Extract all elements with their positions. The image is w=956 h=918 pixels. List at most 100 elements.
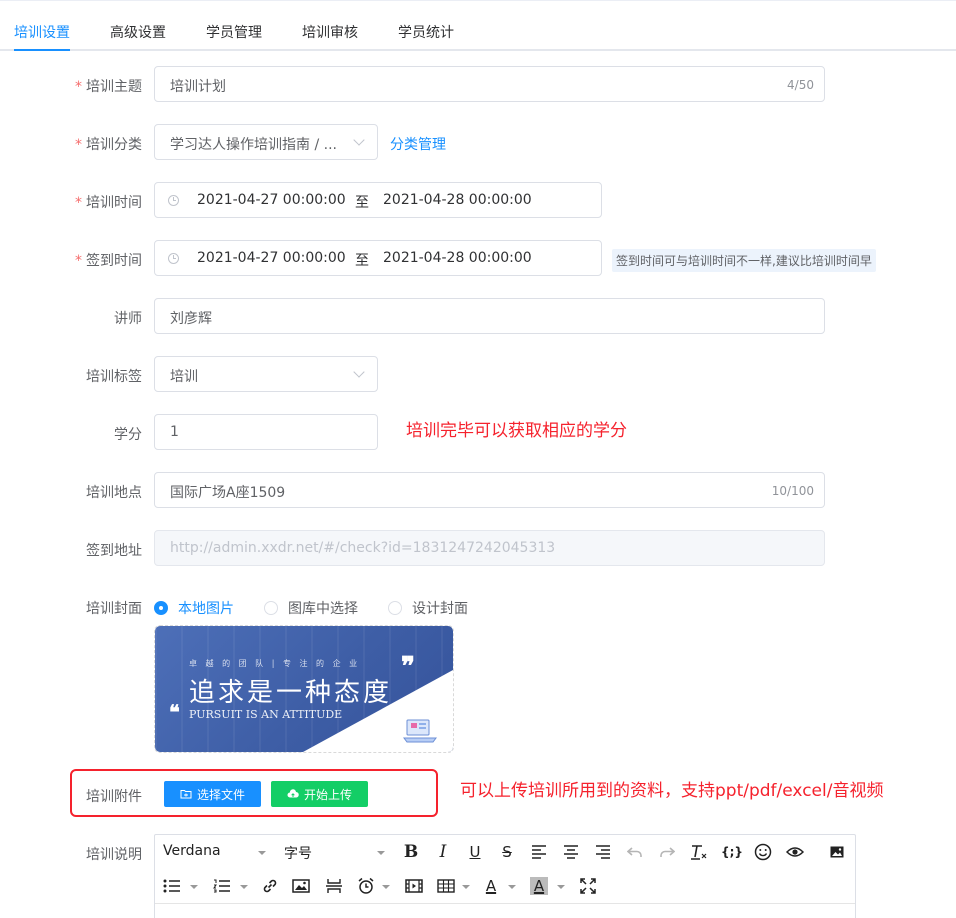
emoji-icon[interactable] — [754, 843, 772, 861]
folder-icon — [180, 790, 192, 799]
tab-training-review[interactable]: 培训审核 — [302, 22, 358, 42]
tab-advanced-settings[interactable]: 高级设置 — [110, 22, 166, 42]
signin-time-range-picker[interactable]: 2021-04-27 00:00:00 至 2021-04-28 00:00:0… — [154, 240, 602, 276]
align-right-icon[interactable] — [594, 843, 612, 861]
table-icon[interactable] — [437, 877, 455, 895]
tab-student-management[interactable]: 学员管理 — [206, 22, 262, 42]
active-tab-indicator — [14, 49, 70, 51]
underline-icon[interactable]: U — [466, 843, 484, 861]
cover-image: 卓 越 的 团 队 | 专 注 的 企 业 追求是一种态度 ❞ ❝ PURSUI… — [155, 626, 453, 752]
topic-char-count: 4/50 — [787, 78, 814, 92]
caret-down-icon — [190, 885, 198, 889]
tab-training-settings[interactable]: 培训设置 — [14, 22, 70, 42]
redo-icon[interactable] — [658, 843, 676, 861]
location-value: 国际广场A座1509 — [170, 485, 286, 501]
cover-option-design[interactable]: 设计封面 — [388, 598, 468, 618]
signin-url-value: http://admin.xxdr.net/#/check?id=1831247… — [170, 540, 556, 556]
clear-format-icon[interactable] — [690, 843, 708, 861]
undo-icon[interactable] — [626, 843, 644, 861]
range-separator: 至 — [355, 195, 369, 211]
location-input[interactable]: 国际广场A座1509 10/100 — [154, 472, 825, 508]
lecturer-input[interactable]: 刘彦辉 — [154, 298, 825, 334]
signin-url-label: 签到地址 — [86, 543, 142, 559]
font-family-dropdown[interactable]: Verdana — [163, 843, 221, 859]
category-manage-link[interactable]: 分类管理 — [390, 134, 446, 154]
cover-label: 培训封面 — [86, 601, 142, 617]
signin-time-end: 2021-04-28 00:00:00 — [383, 250, 532, 266]
lecturer-value: 刘彦辉 — [170, 311, 212, 327]
caret-down-icon — [377, 851, 385, 855]
cover-english-text: PURSUIT IS AN ATTITUDE — [189, 708, 343, 721]
quote-mark-icon: ❝ — [169, 700, 180, 724]
numbered-list-icon[interactable] — [213, 877, 231, 895]
font-color-icon[interactable]: A — [482, 877, 500, 895]
editor-toolbar-row-2: A A — [155, 869, 855, 903]
credit-input[interactable]: 1 — [154, 414, 378, 450]
chevron-down-icon — [353, 134, 365, 146]
caret-down-icon — [462, 885, 470, 889]
align-left-icon[interactable] — [530, 843, 548, 861]
credit-value: 1 — [170, 424, 179, 440]
signin-time-start: 2021-04-27 00:00:00 — [197, 250, 346, 266]
credit-label: 学分 — [114, 427, 142, 443]
tabs-bar: 培训设置 高级设置 学员管理 培训审核 学员统计 — [0, 14, 956, 51]
preview-eye-icon[interactable] — [786, 843, 804, 861]
align-center-icon[interactable] — [562, 843, 580, 861]
editor-content-divider — [155, 903, 855, 904]
attachment-label: 培训附件 — [86, 789, 142, 805]
credit-annotation: 培训完毕可以获取相应的学分 — [406, 421, 627, 441]
alarm-clock-icon[interactable] — [357, 877, 375, 895]
cover-option-local[interactable]: 本地图片 — [154, 598, 234, 618]
clock-icon — [168, 195, 179, 206]
insert-image-icon[interactable] — [828, 843, 846, 861]
quote-mark-icon: ❞ — [401, 652, 415, 682]
background-color-icon[interactable]: A — [530, 877, 548, 895]
caret-down-icon — [240, 885, 248, 889]
signin-time-tip: 签到时间可与培训时间不一样,建议比培训时间早 — [612, 249, 876, 272]
cover-option-gallery[interactable]: 图库中选择 — [264, 598, 358, 618]
caret-down-icon — [557, 885, 565, 889]
location-label: 培训地点 — [86, 485, 142, 501]
tab-student-statistics[interactable]: 学员统计 — [398, 22, 454, 42]
editor-toolbar-row-1: Verdana 字号 B I U S {;} — [155, 835, 855, 869]
train-time-range-picker[interactable]: 2021-04-27 00:00:00 至 2021-04-28 00:00:0… — [154, 182, 602, 218]
strikethrough-icon[interactable]: S — [498, 843, 516, 861]
tag-select[interactable]: 培训 — [154, 356, 378, 392]
choose-file-button[interactable]: 选择文件 — [164, 781, 261, 807]
topic-label: * 培训主题 — [75, 79, 142, 95]
horizontal-rule-icon[interactable] — [325, 877, 343, 895]
code-icon[interactable]: {;} — [721, 843, 743, 861]
top-divider — [0, 0, 956, 1]
lecturer-label: 讲师 — [114, 311, 142, 327]
topic-input[interactable]: 培训计划 4/50 — [154, 66, 825, 102]
train-time-start: 2021-04-27 00:00:00 — [197, 192, 346, 208]
attachment-annotation: 可以上传培训所用到的资料，支持ppt/pdf/excel/音视频 — [460, 781, 884, 801]
category-select[interactable]: 学习达人操作培训指南 / ... — [154, 124, 378, 160]
radio-icon — [264, 601, 278, 615]
laptop-illustration-icon — [403, 719, 437, 743]
radio-checked-icon — [154, 601, 168, 615]
bullet-list-icon[interactable] — [163, 877, 181, 895]
cover-uploader[interactable]: 卓 越 的 团 队 | 专 注 的 企 业 追求是一种态度 ❞ ❝ PURSUI… — [154, 625, 454, 753]
font-size-dropdown[interactable]: 字号 — [284, 843, 312, 863]
cover-subtitle: 卓 越 的 团 队 | 专 注 的 企 业 — [189, 659, 361, 668]
start-upload-button[interactable]: 开始上传 — [271, 781, 368, 807]
description-label: 培训说明 — [86, 847, 142, 863]
range-separator: 至 — [355, 253, 369, 269]
caret-down-icon — [382, 885, 390, 889]
clock-icon — [168, 253, 179, 264]
train-time-end: 2021-04-28 00:00:00 — [383, 192, 532, 208]
tag-value: 培训 — [170, 369, 198, 385]
signin-time-label: * 签到时间 — [75, 253, 142, 269]
fullscreen-icon[interactable] — [579, 877, 597, 895]
category-value: 学习达人操作培训指南 / ... — [170, 137, 337, 153]
image-icon[interactable] — [292, 877, 310, 895]
link-icon[interactable] — [261, 877, 279, 895]
radio-icon — [388, 601, 402, 615]
rich-text-editor[interactable]: Verdana 字号 B I U S {;} A A — [154, 834, 856, 918]
bold-icon[interactable]: B — [402, 842, 420, 862]
category-label: * 培训分类 — [75, 137, 142, 153]
italic-icon[interactable]: I — [434, 842, 452, 862]
video-icon[interactable] — [405, 877, 423, 895]
caret-down-icon — [258, 851, 266, 855]
